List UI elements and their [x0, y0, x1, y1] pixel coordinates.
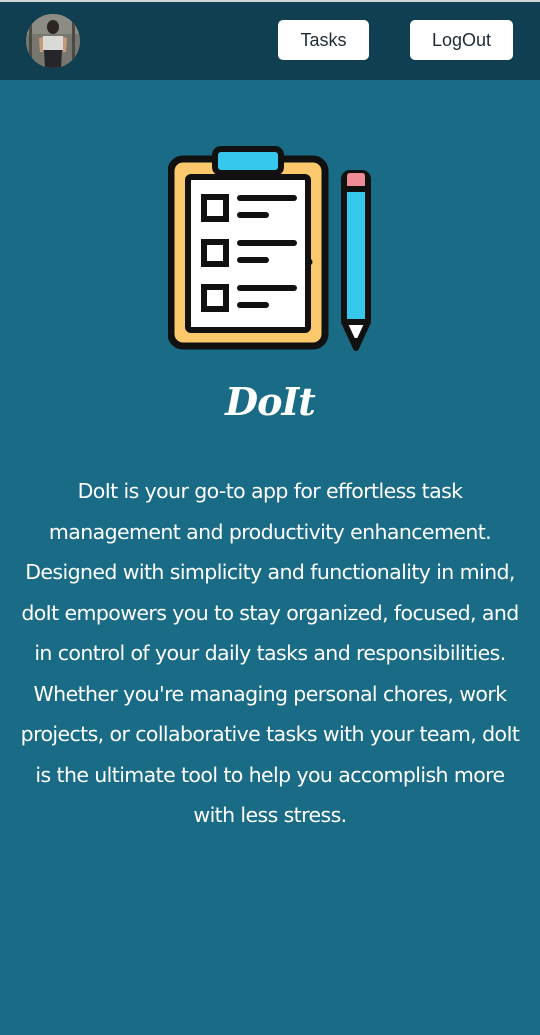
- top-navbar: Tasks LogOut: [0, 0, 540, 80]
- avatar-photo-icon: [26, 14, 80, 68]
- logout-button[interactable]: LogOut: [410, 20, 513, 60]
- app-description: DoIt is your go-to app for effortless ta…: [20, 479, 520, 827]
- app-title: DoIt: [225, 379, 316, 424]
- pencil-icon: [341, 170, 371, 351]
- clipboard-checklist-icon: [168, 146, 371, 351]
- user-avatar[interactable]: [26, 14, 80, 68]
- tasks-button[interactable]: Tasks: [278, 20, 369, 60]
